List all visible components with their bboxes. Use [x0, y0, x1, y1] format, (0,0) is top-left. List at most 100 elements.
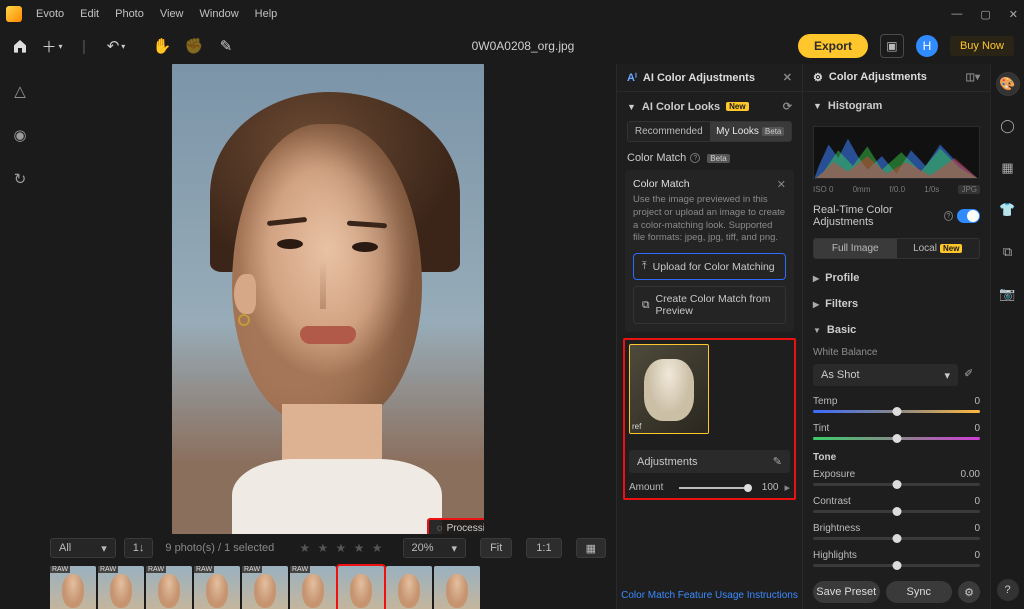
refresh-icon[interactable]: ⟳	[783, 100, 792, 113]
upload-color-match-button[interactable]: ⤒ Upload for Color Matching	[633, 253, 786, 280]
save-preset-button[interactable]: Save Preset	[813, 581, 880, 603]
reference-thumbnail[interactable]: ref	[629, 344, 709, 434]
tab-local[interactable]: LocalNew	[897, 239, 980, 258]
thumbnail[interactable]: RAW	[146, 566, 192, 609]
close-color-match-icon[interactable]: ✕	[777, 178, 786, 191]
menu-edit[interactable]: Edit	[72, 8, 107, 20]
radial-tool-icon[interactable]: ◉	[9, 124, 31, 146]
play-icon[interactable]: ▸	[784, 481, 790, 494]
thumbnail[interactable]: RAW	[50, 566, 96, 609]
disclosure-icon[interactable]: ▼	[813, 101, 822, 111]
histogram-chart	[813, 126, 980, 179]
sync-button[interactable]: Sync	[886, 581, 953, 603]
thumbnail[interactable]	[386, 566, 432, 609]
spinner-icon: ◌	[437, 523, 443, 534]
star-rating[interactable]: ★ ★ ★ ★ ★	[299, 541, 384, 555]
rail-color-icon[interactable]: 🎨	[996, 72, 1020, 96]
section-basic[interactable]: ▼Basic	[803, 317, 990, 343]
instructions-link[interactable]: Color Match Feature Usage Instructions	[617, 582, 802, 609]
brightness-value: 0	[974, 523, 980, 534]
compare-icon[interactable]: ◫▾	[966, 72, 980, 83]
divider: |	[74, 36, 94, 56]
realtime-label: Real-Time Color Adjustments	[813, 204, 940, 228]
highlight-frame: ref Adjustments ✎ Amount 100 ▸	[623, 338, 796, 500]
one-to-one-button[interactable]: 1:1	[526, 538, 561, 558]
thumbnail[interactable]: RAW	[194, 566, 240, 609]
menu-view[interactable]: View	[152, 8, 192, 20]
info-icon[interactable]: ?	[690, 153, 700, 163]
photo-count-label: 9 photo(s) / 1 selected	[165, 542, 274, 554]
tab-recommended[interactable]: Recommended	[628, 122, 710, 141]
user-avatar[interactable]: H	[916, 35, 938, 57]
rail-camera-icon[interactable]: 📷	[996, 282, 1020, 306]
window-minimize-icon[interactable]: ―	[951, 8, 962, 21]
filter-dropdown[interactable]: All▾	[50, 538, 116, 558]
amount-label: Amount	[629, 482, 673, 493]
tint-value: 0	[974, 423, 980, 434]
preview-photo[interactable]: ◌ Processing (Color Adjustments 100%)	[172, 64, 484, 534]
hand-tool-icon[interactable]: ✋	[152, 36, 172, 56]
amount-slider[interactable]	[679, 487, 748, 489]
disclosure-icon[interactable]: ▼	[627, 102, 636, 112]
info-icon[interactable]: ?	[944, 211, 953, 221]
ai-panel-title: AI Color Adjustments	[643, 72, 755, 84]
rail-body-icon[interactable]: 👕	[996, 198, 1020, 222]
settings-gear-icon[interactable]: ⚙	[958, 581, 980, 603]
white-balance-dropdown[interactable]: As Shot▾	[813, 364, 958, 386]
home-icon[interactable]	[10, 36, 30, 56]
brightness-label: Brightness	[813, 523, 860, 534]
temp-label: Temp	[813, 396, 837, 407]
undo-icon[interactable]: ↶▾	[106, 36, 126, 56]
fit-button[interactable]: Fit	[480, 538, 512, 558]
thumbnail[interactable]: RAW	[98, 566, 144, 609]
menu-help[interactable]: Help	[247, 8, 286, 20]
thumbnail[interactable]: RAW	[290, 566, 336, 609]
window-close-icon[interactable]: ✕	[1009, 8, 1018, 21]
ai-color-looks-title: AI Color Looks	[642, 101, 720, 113]
color-match-label: Color Match	[627, 152, 686, 164]
upload-icon: ⤒	[642, 260, 647, 273]
exposure-label: Exposure	[813, 469, 855, 480]
crop-tool-icon[interactable]: △	[9, 80, 31, 102]
brightness-slider[interactable]	[813, 537, 980, 540]
histo-ext: JPG	[958, 185, 980, 194]
rail-portrait-icon[interactable]: ◯	[996, 114, 1020, 138]
rail-crop-icon[interactable]: ⧉	[996, 240, 1020, 264]
edit-adjustments-icon[interactable]: ✎	[773, 455, 782, 468]
help-icon[interactable]: ?	[997, 579, 1019, 601]
section-profile[interactable]: ▶Profile	[803, 265, 990, 291]
tint-label: Tint	[813, 423, 829, 434]
history-icon[interactable]: ↻	[9, 168, 31, 190]
contrast-slider[interactable]	[813, 510, 980, 513]
create-from-preview-button[interactable]: ⧉ Create Color Match from Preview	[633, 286, 786, 324]
grid-view-icon[interactable]: ▦	[576, 538, 606, 558]
thumbnail-selected[interactable]	[338, 566, 384, 609]
window-maximize-icon[interactable]: ▢	[980, 8, 990, 21]
thumbnail[interactable]: RAW	[242, 566, 288, 609]
histo-shutter: 1/0s	[924, 185, 939, 194]
zoom-dropdown[interactable]: 20%▾	[403, 538, 467, 558]
add-icon[interactable]: ＋▾	[42, 36, 62, 56]
rail-sky-icon[interactable]: ▦	[996, 156, 1020, 180]
save-icon[interactable]: ▣	[880, 34, 904, 58]
adjustments-label: Adjustments	[637, 456, 698, 468]
menu-window[interactable]: Window	[192, 8, 247, 20]
menu-photo[interactable]: Photo	[107, 8, 152, 20]
highlights-slider[interactable]	[813, 564, 980, 567]
tab-full-image[interactable]: Full Image	[814, 239, 897, 258]
sort-dropdown[interactable]: 1↓	[124, 538, 154, 558]
tone-label: Tone	[803, 448, 990, 467]
eyedropper-icon[interactable]: ✐	[964, 367, 980, 383]
export-button[interactable]: Export	[798, 34, 868, 58]
thumbnail[interactable]	[434, 566, 480, 609]
tab-my-looks[interactable]: My LooksBeta	[710, 122, 792, 141]
brush-tool-icon[interactable]: ✎	[216, 36, 236, 56]
exposure-slider[interactable]	[813, 483, 980, 486]
close-ai-panel-icon[interactable]: ✕	[783, 71, 792, 84]
tint-slider[interactable]	[813, 437, 980, 440]
mask-tool-icon[interactable]: ✊	[184, 36, 204, 56]
buy-now-button[interactable]: Buy Now	[950, 36, 1014, 56]
section-filters[interactable]: ▶Filters	[803, 291, 990, 317]
temp-slider[interactable]	[813, 410, 980, 413]
realtime-toggle[interactable]	[957, 209, 980, 223]
